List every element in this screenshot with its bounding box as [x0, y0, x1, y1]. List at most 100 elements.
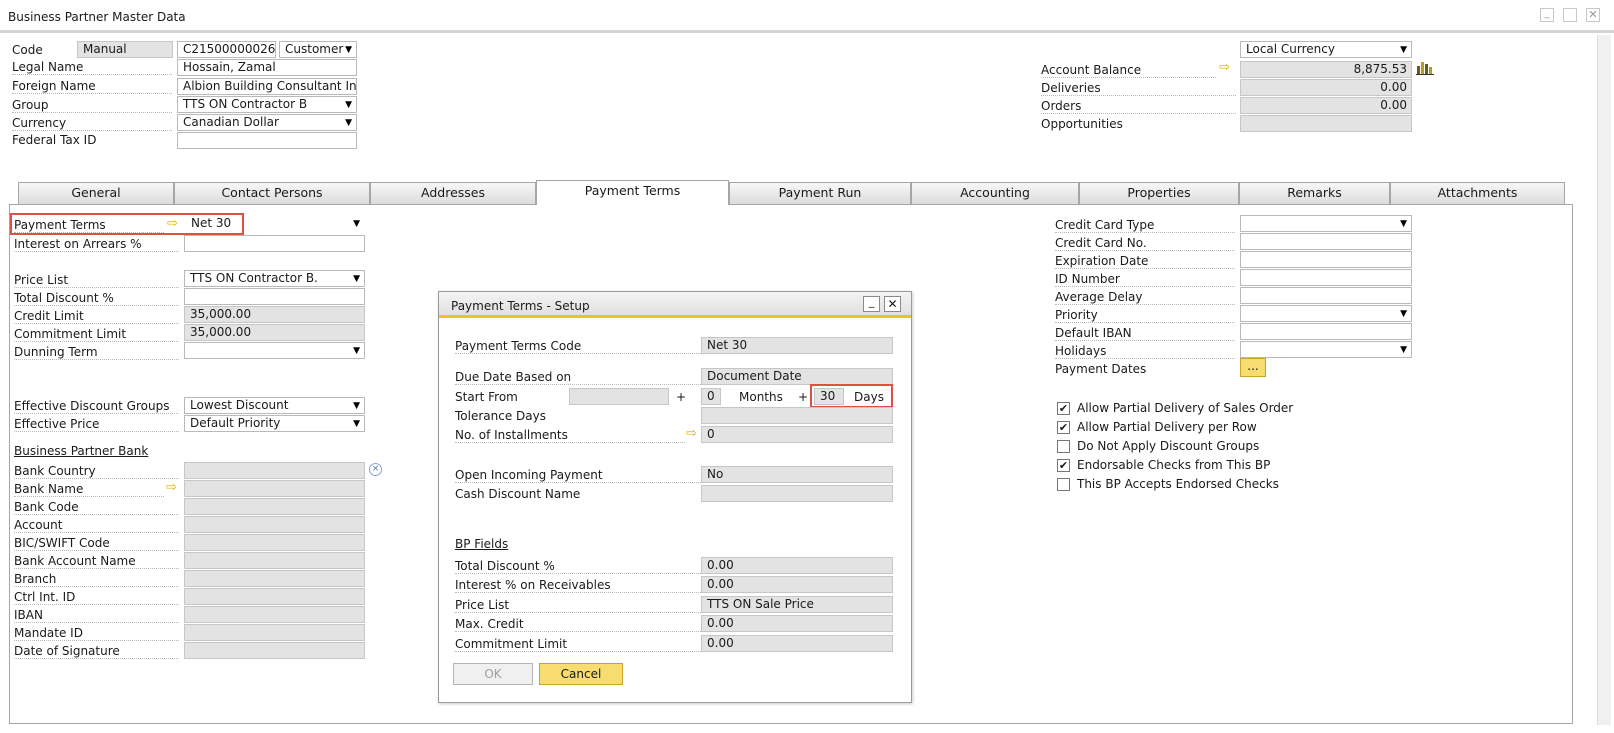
- currency-label: Currency: [12, 116, 172, 131]
- iban-field[interactable]: [184, 606, 365, 623]
- dunning-term-select[interactable]: [184, 342, 365, 359]
- dialog-close-icon[interactable]: ✕: [884, 296, 901, 312]
- currency-mode-select[interactable]: Local Currency: [1240, 41, 1412, 58]
- months-label: Months: [739, 390, 783, 404]
- dialog-commitment-limit-field[interactable]: 0.00: [701, 635, 893, 652]
- total-discount-field[interactable]: [184, 288, 365, 305]
- credit-limit-field[interactable]: 35,000.00: [184, 306, 365, 323]
- no-discount-groups-label: Do Not Apply Discount Groups: [1077, 439, 1260, 453]
- interest-arrears-field[interactable]: [184, 235, 365, 252]
- dialog-price-list-field[interactable]: TTS ON Sale Price: [701, 596, 893, 613]
- max-credit-label: Max. Credit: [455, 617, 705, 632]
- tab-attachments[interactable]: Attachments: [1390, 182, 1565, 204]
- bank-code-field[interactable]: [184, 498, 365, 515]
- deliveries-label: Deliveries: [1041, 81, 1236, 96]
- legal-name-field[interactable]: Hossain, Zamal: [177, 59, 357, 76]
- plus-sign: +: [676, 390, 687, 404]
- installments-link-arrow-icon[interactable]: ⇨: [686, 427, 697, 440]
- close-icon[interactable]: ✕: [1586, 8, 1600, 22]
- expiration-date-field[interactable]: [1240, 251, 1412, 268]
- maximize-icon[interactable]: [1563, 8, 1577, 22]
- installments-label: No. of Installments: [455, 428, 685, 443]
- vertical-scrollbar[interactable]: [1597, 35, 1611, 725]
- tolerance-days-field[interactable]: [701, 407, 893, 424]
- code-type-select[interactable]: Customer: [279, 41, 357, 58]
- credit-card-no-field[interactable]: [1240, 233, 1412, 250]
- interest-receivables-field[interactable]: 0.00: [701, 576, 893, 593]
- tax-id-field[interactable]: [177, 132, 357, 149]
- no-discount-groups-checkbox[interactable]: [1057, 440, 1070, 453]
- allow-partial-delivery-row-checkbox[interactable]: ✔: [1057, 421, 1070, 434]
- bic-swift-field[interactable]: [184, 534, 365, 551]
- months-field[interactable]: 0: [701, 388, 721, 405]
- iban-label: IBAN: [14, 608, 179, 623]
- foreign-name-field[interactable]: Albion Building Consultant Inc.: [177, 78, 357, 95]
- info-icon[interactable]: ×: [369, 463, 382, 476]
- tab-properties[interactable]: Properties: [1079, 182, 1239, 204]
- priority-select[interactable]: [1240, 305, 1412, 322]
- effective-price-select[interactable]: Default Priority: [184, 415, 365, 432]
- group-select[interactable]: TTS ON Contractor B: [177, 96, 357, 113]
- effective-discount-select[interactable]: Lowest Discount: [184, 397, 365, 414]
- accepts-endorsed-checks-checkbox[interactable]: [1057, 478, 1070, 491]
- holidays-select[interactable]: [1240, 341, 1412, 358]
- opportunities-label: Opportunities: [1041, 117, 1123, 131]
- tab-general[interactable]: General: [18, 182, 174, 204]
- credit-card-type-select[interactable]: [1240, 215, 1412, 232]
- endorsable-checks-checkbox[interactable]: ✔: [1057, 459, 1070, 472]
- orders-field: 0.00: [1240, 97, 1412, 114]
- bank-name-link-arrow-icon[interactable]: ⇨: [166, 481, 177, 494]
- due-date-field[interactable]: Document Date: [701, 368, 893, 385]
- id-number-field[interactable]: [1240, 269, 1412, 286]
- tab-remarks[interactable]: Remarks: [1239, 182, 1390, 204]
- currency-select[interactable]: Canadian Dollar: [177, 114, 357, 131]
- dialog-minimize-icon[interactable]: _: [863, 296, 880, 312]
- balance-link-arrow-icon[interactable]: ⇨: [1219, 61, 1230, 74]
- installments-field[interactable]: 0: [701, 426, 893, 443]
- commitment-limit-field[interactable]: 35,000.00: [184, 324, 365, 341]
- bank-account-name-field[interactable]: [184, 552, 365, 569]
- start-from-field[interactable]: [569, 388, 669, 405]
- tab-contact-persons[interactable]: Contact Persons: [174, 182, 370, 204]
- tab-label: Payment Run: [778, 185, 862, 200]
- date-of-signature-field[interactable]: [184, 642, 365, 659]
- average-delay-field[interactable]: [1240, 287, 1412, 304]
- price-list-label: Price List: [14, 273, 179, 288]
- commitment-limit-label: Commitment Limit: [14, 327, 179, 342]
- open-incoming-payment-field[interactable]: No: [701, 466, 893, 483]
- dialog-total-discount-field[interactable]: 0.00: [701, 557, 893, 574]
- bank-country-field[interactable]: [184, 462, 365, 479]
- code-series-field[interactable]: Manual: [77, 41, 173, 58]
- dialog-code-label: Payment Terms Code: [455, 339, 705, 354]
- account-field[interactable]: [184, 516, 365, 533]
- default-iban-field[interactable]: [1240, 323, 1412, 340]
- tax-id-label: Federal Tax ID: [12, 133, 97, 147]
- dialog-code-field[interactable]: Net 30: [701, 337, 893, 354]
- minimize-icon[interactable]: _: [1540, 8, 1554, 22]
- code-field[interactable]: C215000000268: [177, 41, 276, 58]
- payment-dates-button[interactable]: ...: [1240, 358, 1266, 377]
- allow-partial-delivery-so-checkbox[interactable]: ✔: [1057, 402, 1070, 415]
- cancel-button[interactable]: Cancel: [539, 663, 623, 685]
- tab-payment-run[interactable]: Payment Run: [729, 182, 911, 204]
- branch-field[interactable]: [184, 570, 365, 587]
- price-list-select[interactable]: TTS ON Contractor B.: [184, 270, 365, 287]
- ctrl-int-id-field[interactable]: [184, 588, 365, 605]
- tab-label: Attachments: [1437, 185, 1518, 200]
- mandate-id-field[interactable]: [184, 624, 365, 641]
- expiration-date-label: Expiration Date: [1055, 254, 1235, 269]
- tab-addresses[interactable]: Addresses: [370, 182, 536, 204]
- total-discount-label: Total Discount %: [14, 291, 179, 306]
- bank-name-field[interactable]: [184, 480, 365, 497]
- window-title: Business Partner Master Data: [8, 10, 186, 24]
- tab-accounting[interactable]: Accounting: [911, 182, 1079, 204]
- tab-payment-terms[interactable]: Payment Terms: [536, 180, 729, 205]
- chart-icon[interactable]: [1416, 60, 1434, 75]
- max-credit-field[interactable]: 0.00: [701, 615, 893, 632]
- ok-button[interactable]: OK: [453, 663, 533, 685]
- cash-discount-name-field[interactable]: [701, 485, 893, 502]
- tab-label: Accounting: [960, 185, 1030, 200]
- account-label: Account: [14, 518, 179, 533]
- dialog-commitment-limit-label: Commitment Limit: [455, 637, 705, 652]
- payment-dates-label: Payment Dates: [1055, 362, 1147, 376]
